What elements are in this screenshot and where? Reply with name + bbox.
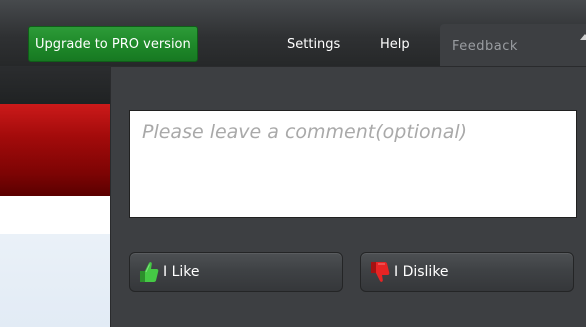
comment-input[interactable]: Please leave a comment(optional) — [129, 110, 577, 218]
dislike-label: I Dislike — [394, 264, 449, 280]
content-area — [0, 234, 120, 327]
menu-help[interactable]: Help — [380, 26, 410, 62]
tab-feedback[interactable]: Feedback — [440, 24, 586, 68]
header-shadow — [0, 66, 120, 104]
upgrade-pro-button[interactable]: Upgrade to PRO version — [28, 26, 198, 62]
like-label: I Like — [163, 264, 200, 280]
like-button[interactable]: I Like — [129, 252, 343, 292]
content-strip — [0, 196, 120, 234]
feedback-tab-label: Feedback — [452, 38, 518, 54]
caret-up-icon — [580, 34, 586, 40]
red-banner — [0, 104, 120, 196]
thumbs-down-icon — [370, 261, 390, 283]
dislike-button[interactable]: I Dislike — [360, 252, 574, 292]
menu-settings[interactable]: Settings — [287, 26, 340, 62]
feedback-panel: Please leave a comment(optional) I Like … — [110, 66, 586, 327]
thumbs-up-icon — [139, 261, 159, 283]
